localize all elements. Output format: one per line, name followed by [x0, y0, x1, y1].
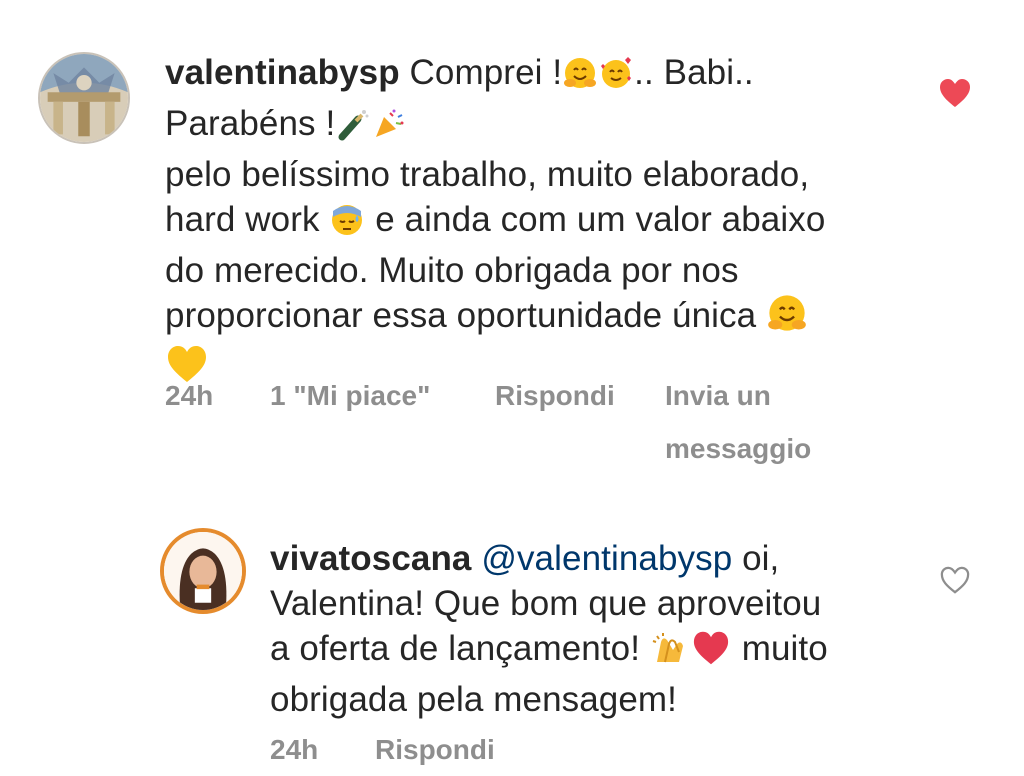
send-message-button[interactable]: Invia un messaggio: [665, 369, 811, 475]
comment-text-line: Parabéns !: [165, 104, 336, 143]
send-message-line-2: messaggio: [665, 433, 812, 464]
red-heart-icon: [691, 630, 731, 677]
comment-text-line: pelo belíssimo trabalho, muito elaborado…: [165, 155, 810, 194]
send-message-line-1: Invia un: [665, 380, 771, 411]
like-button[interactable]: [938, 77, 972, 109]
avatar-valentinabysp[interactable]: [38, 52, 130, 144]
comment-username[interactable]: valentinabysp: [165, 53, 400, 92]
hugging-face-icon: [767, 293, 807, 344]
like-button[interactable]: [939, 565, 971, 595]
heart-filled-icon: [940, 79, 970, 107]
hugging-face-icon: [563, 56, 597, 101]
comment-text-line: Comprei !: [409, 53, 563, 92]
comment-text-line: oi,: [732, 539, 780, 578]
comment-time: 24h: [270, 734, 319, 765]
comment-text-line: hard work: [165, 200, 320, 239]
comment-text-line: muito: [731, 629, 828, 668]
comment-text-line: Valentina! Que bom que aproveitou: [270, 584, 822, 623]
comment-time: 24h: [165, 380, 214, 411]
reply-button[interactable]: Rispondi: [375, 723, 495, 776]
comment-text-line: proporcionar essa oportunidade única: [165, 296, 757, 335]
smiling-hearts-icon: [599, 56, 633, 101]
comment-body: vivatoscana @valentinabysp oi, Valentina…: [270, 536, 910, 722]
comment-username[interactable]: vivatoscana: [270, 539, 472, 578]
comment-text-line: do merecido. Muito obrigada por nos: [165, 251, 739, 290]
comment-text-line: obrigada pela mensagem!: [270, 680, 678, 719]
comment-meta: 24h Rispondi: [270, 723, 495, 776]
heart-outline-icon: [940, 566, 970, 594]
comment-text-line: e ainda com um valor abaixo: [365, 200, 826, 239]
mention-link[interactable]: @valentinabysp: [481, 539, 732, 578]
comment-text-line: a oferta de lançamento!: [270, 629, 641, 668]
likes-count[interactable]: 1 "Mi piace": [270, 369, 495, 422]
comment-body: valentinabysp Comprei ! .. Babi.. Parabén…: [165, 50, 925, 395]
comment-text-line: .. Babi..: [634, 53, 754, 92]
comment-meta: 24h 1 "Mi piace" Rispondi Invia un messa…: [165, 369, 811, 475]
reply-button[interactable]: Rispondi: [495, 369, 665, 422]
champagne-icon: [336, 107, 370, 152]
clapping-hands-icon: [651, 632, 689, 677]
downcast-sweat-face-icon: [330, 203, 364, 248]
avatar-image: [40, 54, 128, 142]
party-popper-icon: [372, 107, 406, 152]
avatar-vivatoscana[interactable]: [160, 528, 246, 614]
avatar-image: [164, 532, 242, 610]
